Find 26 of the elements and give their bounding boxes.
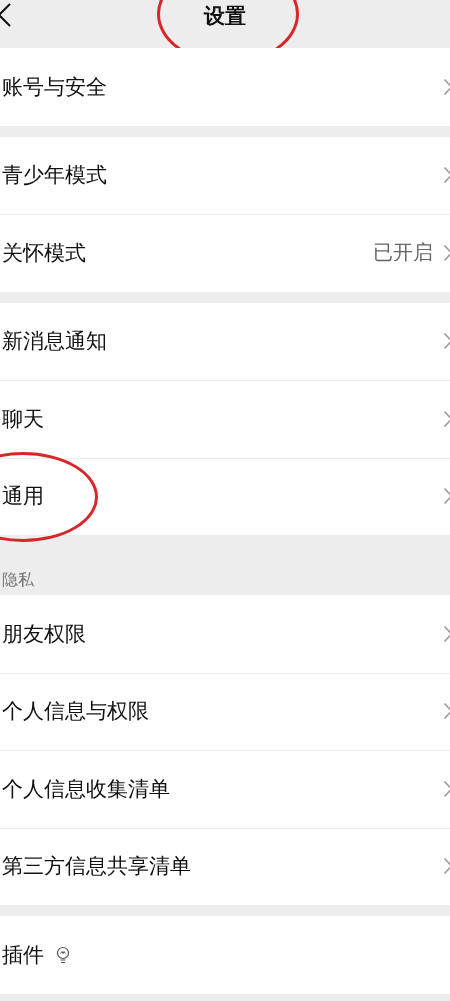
settings-item[interactable]: 青少年模式 <box>2 161 107 190</box>
chevron-right-icon <box>443 857 450 876</box>
settings-item[interactable]: 关怀模式 <box>2 238 86 267</box>
chevron-right-icon <box>443 243 450 262</box>
chevron-right-icon <box>443 332 450 351</box>
chevron-right-icon <box>443 166 450 185</box>
settings-item[interactable]: 朋友权限 <box>2 619 86 648</box>
settings-item[interactable]: 账号与安全 <box>2 72 107 101</box>
chevron-right-icon <box>443 409 450 428</box>
settings-item[interactable]: 新消息通知 <box>2 327 107 356</box>
lightbulb-icon <box>56 945 70 964</box>
chevron-right-icon <box>443 77 450 96</box>
back-icon[interactable] <box>0 2 12 28</box>
chevron-right-icon <box>443 702 450 721</box>
settings-item[interactable]: 个人信息收集清单 <box>2 774 170 803</box>
chevron-right-icon <box>443 487 450 506</box>
section-title: 隐私 <box>2 570 34 589</box>
chevron-right-icon <box>443 624 450 643</box>
page-title: 设置 <box>204 3 246 30</box>
settings-item[interactable]: 通用 <box>2 482 44 511</box>
settings-item[interactable]: 插件 <box>2 940 44 969</box>
settings-item[interactable]: 第三方信息共享清单 <box>2 852 191 881</box>
settings-item[interactable]: 个人信息与权限 <box>2 697 149 726</box>
settings-item[interactable]: 聊天 <box>2 404 44 433</box>
chevron-right-icon <box>443 779 450 798</box>
status-value: 已开启 <box>373 239 433 267</box>
